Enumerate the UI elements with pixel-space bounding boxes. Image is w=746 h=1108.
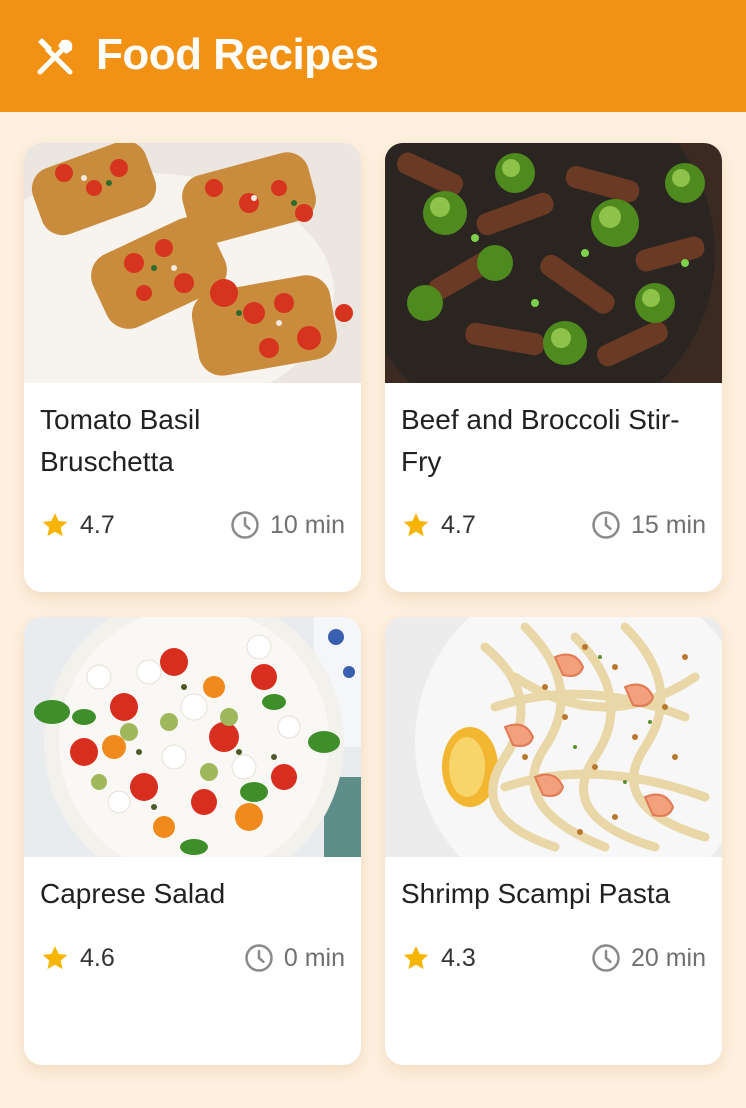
shrimp-scampi-photo [385, 617, 722, 857]
time-value: 10 min [269, 510, 345, 539]
app-bar: Food Recipes [0, 0, 746, 112]
recipe-time: 20 min [591, 943, 706, 973]
recipe-card[interactable]: Tomato Basil Bruschetta 4.7 10 min [24, 143, 361, 592]
rating-value: 4.7 [80, 510, 115, 539]
bruschetta-photo [24, 143, 361, 383]
recipe-rating: 4.7 [40, 510, 115, 540]
recipe-rating: 4.6 [40, 943, 115, 973]
recipe-title: Caprese Salad [40, 878, 226, 909]
recipe-time: 10 min [230, 510, 345, 540]
clock-icon [245, 944, 273, 972]
star-icon [42, 513, 68, 537]
clock-icon [231, 511, 259, 539]
recipe-card[interactable]: Shrimp Scampi Pasta 4.3 20 min [385, 617, 722, 1065]
star-icon [403, 946, 429, 970]
recipe-title: Shrimp Scampi Pasta [401, 878, 671, 909]
rating-value: 4.7 [441, 510, 476, 539]
recipe-title: Beef and Broccoli Stir-Fry [401, 404, 680, 477]
time-value: 20 min [630, 943, 706, 972]
rating-value: 4.3 [441, 943, 476, 972]
recipe-rating: 4.3 [401, 943, 476, 973]
recipe-time: 0 min [244, 943, 345, 973]
caprese-salad-photo [24, 617, 361, 857]
recipe-card[interactable]: Caprese Salad 4.6 0 min [24, 617, 361, 1065]
time-value: 15 min [630, 510, 706, 539]
beef-broccoli-photo [385, 143, 722, 383]
clock-icon [592, 944, 620, 972]
rating-value: 4.6 [80, 943, 115, 972]
star-icon [403, 513, 429, 537]
time-value: 0 min [283, 943, 345, 972]
recipe-title: Tomato Basil Bruschetta [40, 404, 201, 477]
clock-icon [592, 511, 620, 539]
recipe-rating: 4.7 [401, 510, 476, 540]
star-icon [42, 946, 68, 970]
recipe-card[interactable]: Beef and Broccoli Stir-Fry 4.7 15 min [385, 143, 722, 592]
recipe-time: 15 min [591, 510, 706, 540]
fork-knife-icon [37, 38, 73, 75]
app-title: Food Recipes [96, 30, 379, 79]
